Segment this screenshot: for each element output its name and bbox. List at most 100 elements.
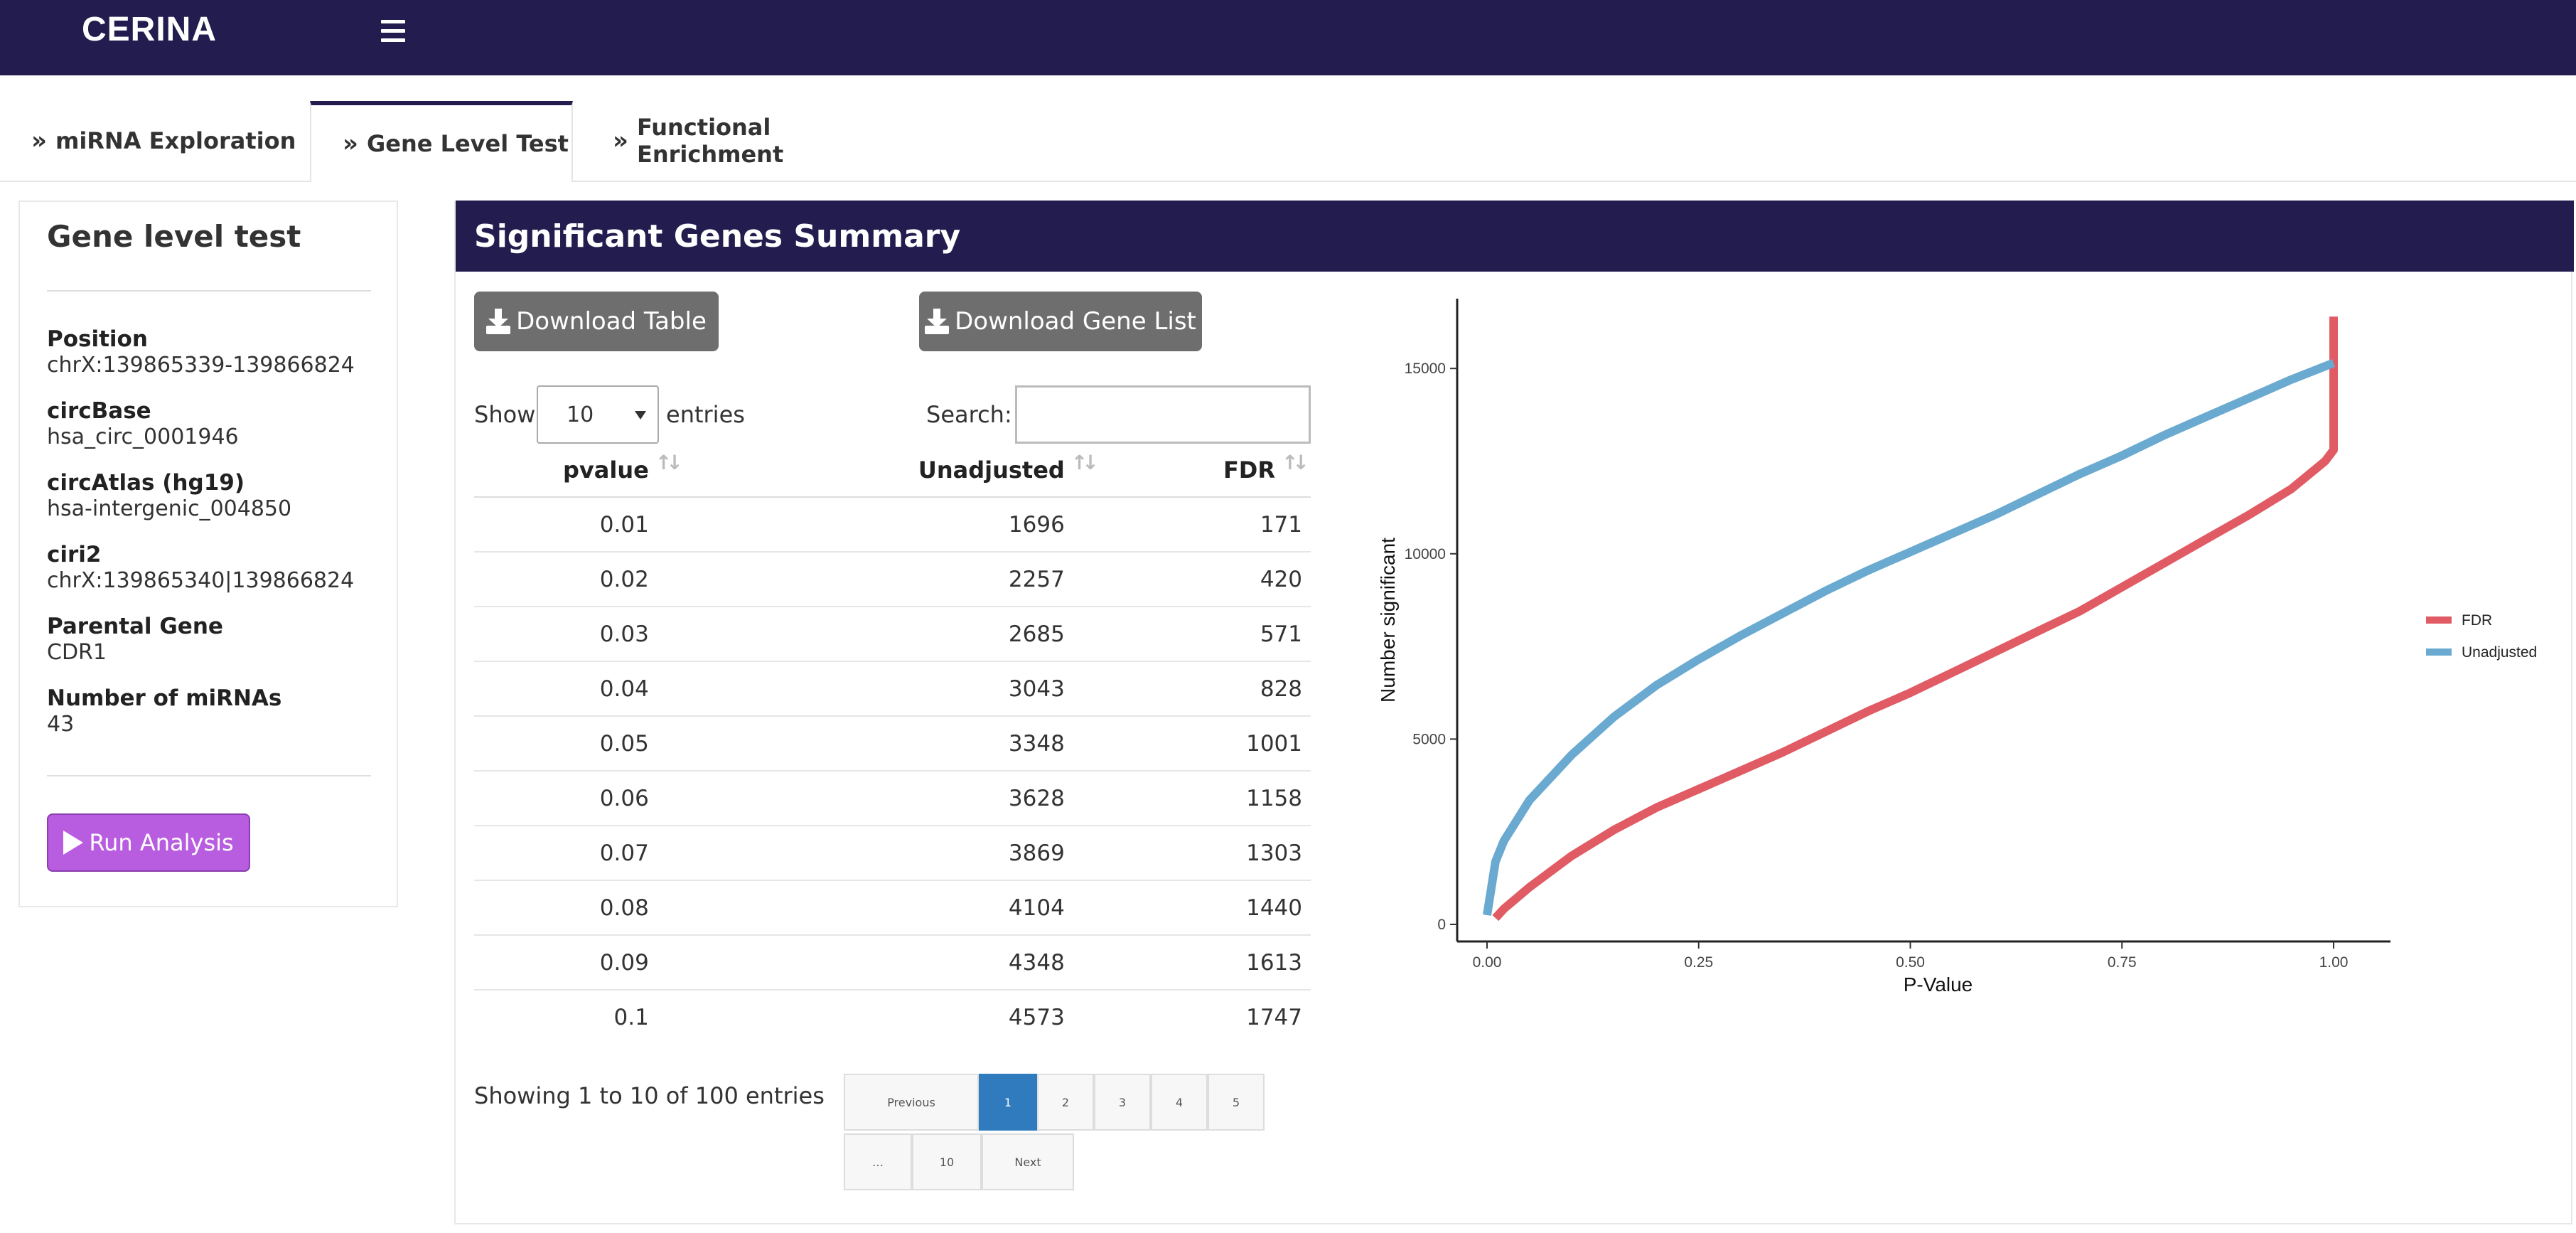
cell-pvalue: 0.07 (474, 825, 677, 880)
x-tick-label: 0.00 (1473, 954, 1502, 971)
cell-unadjusted: 2685 (677, 606, 1093, 661)
tab-label: Gene Level Test (366, 130, 569, 157)
cell-pvalue: 0.1 (474, 989, 677, 1044)
pagination-next[interactable]: Next (982, 1133, 1074, 1190)
cell-pvalue: 0.04 (474, 661, 677, 716)
significance-line-chart: 0 5000 10000 15000 0.00 0.25 0.50 0.75 1.00 P-Val… (1377, 299, 2537, 996)
table-row: 0.07 3869 1303 (474, 825, 1311, 880)
pagination-page-5[interactable]: 5 (1208, 1074, 1265, 1131)
y-tick-label: 0 (1437, 917, 1446, 933)
table-row: 0.02 2257 420 (474, 551, 1311, 607)
divider (47, 775, 371, 776)
dropdown-caret-icon (635, 411, 646, 420)
table-row: 0.04 3043 828 (474, 661, 1311, 716)
panel-title: Significant Genes Summary (456, 201, 2574, 272)
tab-gene-level-test[interactable]: » Gene Level Test (310, 101, 573, 182)
divider (47, 290, 371, 292)
double-chevron-right-icon: » (343, 129, 358, 158)
field-ciri2: ciri2 chrX:139865340|139866824 (47, 541, 354, 594)
sidebar-panel: Gene level test Position chrX:139865339-… (18, 201, 398, 907)
cell-unadjusted: 3628 (677, 770, 1093, 826)
y-tick-label: 10000 (1405, 546, 1446, 562)
cell-unadjusted: 3869 (677, 825, 1093, 880)
cell-fdr: 1613 (1093, 934, 1311, 990)
results-panel: Significant Genes Summary Download Table… (454, 201, 2574, 1224)
pagination-page-10[interactable]: 10 (912, 1133, 982, 1190)
cell-fdr: 1440 (1093, 880, 1311, 935)
table-row: 0.01 1696 171 (474, 496, 1311, 552)
download-icon (486, 309, 511, 334)
field-label: Position (47, 326, 148, 352)
pagination-ellipsis: … (844, 1133, 912, 1190)
column-label: Unadjusted (918, 457, 1065, 484)
cell-unadjusted: 1696 (677, 496, 1093, 552)
app-brand[interactable]: CERINA (82, 10, 217, 49)
pagination-previous[interactable]: Previous (844, 1074, 979, 1131)
column-header-pvalue[interactable]: pvalue ↑↓ (474, 444, 683, 498)
column-header-fdr[interactable]: FDR ↑↓ (1093, 444, 1311, 498)
select-value: 10 (567, 402, 594, 427)
cell-fdr: 420 (1093, 551, 1311, 607)
table-row: 0.08 4104 1440 (474, 880, 1311, 935)
cell-fdr: 1001 (1093, 715, 1311, 771)
cell-pvalue: 0.06 (474, 770, 677, 826)
cell-fdr: 828 (1093, 661, 1311, 716)
tab-label: miRNA Exploration (55, 127, 296, 154)
cell-pvalue: 0.01 (474, 496, 677, 552)
cell-fdr: 1747 (1093, 989, 1311, 1044)
tab-mirna-exploration[interactable]: » miRNA Exploration (0, 101, 310, 181)
y-tick-label: 5000 (1412, 731, 1446, 747)
column-header-unadjusted[interactable]: Unadjusted ↑↓ (677, 444, 1099, 498)
cell-fdr: 1303 (1093, 825, 1311, 880)
x-tick-label: 0.75 (2108, 954, 2137, 971)
cell-unadjusted: 3348 (677, 715, 1093, 771)
cell-pvalue: 0.02 (474, 551, 677, 607)
hamburger-menu-icon[interactable] (381, 20, 405, 43)
sort-icon: ↑↓ (655, 451, 683, 474)
table-row: 0.05 3348 1001 (474, 715, 1311, 771)
field-circbase: circBase hsa_circ_0001946 (47, 397, 239, 450)
cell-unadjusted: 2257 (677, 551, 1093, 607)
column-label: pvalue (563, 457, 649, 484)
field-label: circBase (47, 398, 151, 424)
search-input[interactable] (1015, 385, 1311, 444)
legend-label-fdr: FDR (2462, 612, 2492, 629)
field-number-of-mirnas: Number of miRNAs 43 (47, 685, 281, 737)
show-label: Show (474, 401, 536, 428)
page-length-select[interactable]: 10 (537, 385, 659, 444)
search-label: Search: (926, 401, 1012, 428)
field-label: circAtlas (hg19) (47, 470, 245, 496)
y-tick-label: 15000 (1405, 361, 1446, 377)
download-gene-list-button[interactable]: Download Gene List (919, 292, 1202, 351)
run-analysis-button[interactable]: Run Analysis (47, 813, 250, 872)
cell-fdr: 171 (1093, 496, 1311, 552)
x-tick-label: 1.00 (2319, 954, 2349, 971)
table-row: 0.1 4573 1747 (474, 989, 1311, 1044)
sort-icon: ↑↓ (1282, 451, 1309, 474)
pagination-page-1[interactable]: 1 (979, 1074, 1037, 1131)
pagination-page-4[interactable]: 4 (1151, 1074, 1208, 1131)
field-position: Position chrX:139865339-139866824 (47, 326, 355, 378)
x-tick-label: 0.50 (1896, 954, 1925, 971)
field-value: chrX:139865340|139866824 (47, 568, 355, 593)
table-info: Showing 1 to 10 of 100 entries (474, 1082, 825, 1109)
cell-pvalue: 0.08 (474, 880, 677, 935)
cell-unadjusted: 4573 (677, 989, 1093, 1044)
button-label: Run Analysis (89, 829, 234, 856)
x-axis-label: P-Value (1904, 973, 1973, 996)
field-value: CDR1 (47, 640, 107, 665)
field-value: 43 (47, 712, 75, 737)
cell-fdr: 571 (1093, 606, 1311, 661)
download-table-button[interactable]: Download Table (474, 292, 719, 351)
play-icon (63, 831, 84, 855)
sidebar-title: Gene level test (47, 219, 301, 254)
tab-functional-enrichment[interactable]: » Functional Enrichment (581, 101, 923, 181)
table-row: 0.03 2685 571 (474, 606, 1311, 661)
tab-label: Functional Enrichment (636, 114, 784, 168)
pagination-page-2[interactable]: 2 (1037, 1074, 1094, 1131)
button-label: Download Gene List (955, 307, 1196, 336)
cell-unadjusted: 4104 (677, 880, 1093, 935)
double-chevron-right-icon: » (613, 127, 628, 155)
pagination-page-3[interactable]: 3 (1094, 1074, 1151, 1131)
field-label: Parental Gene (47, 614, 223, 639)
